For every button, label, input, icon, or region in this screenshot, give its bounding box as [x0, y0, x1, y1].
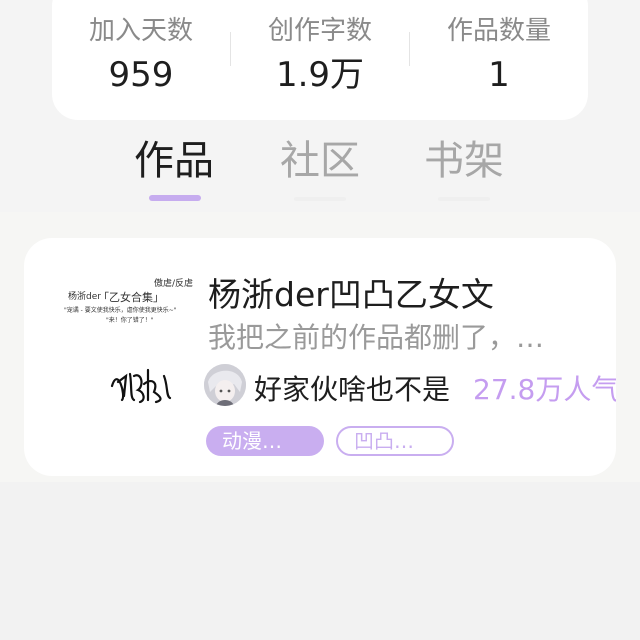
cover-blurb-text: "来！你了错了！": [106, 317, 154, 324]
stat-word-count: 创作字数 1.9万: [231, 18, 409, 92]
cover-blurb-text: "宠谲 - 要文使我快乐，虐你使我更快乐~": [64, 307, 177, 314]
work-title[interactable]: 杨浙der凹凸乙女文: [208, 268, 494, 316]
avatar[interactable]: [204, 364, 246, 406]
tab-indicator-placeholder: [294, 197, 346, 201]
stat-value: 959: [108, 55, 174, 95]
work-card[interactable]: 傲虐/反虐 「乙女合集」 杨浙der "宠谲 - 要文使我快乐，虐你使我更快乐~…: [24, 238, 616, 476]
cover-collection-text: 「乙女合集」: [98, 291, 164, 304]
stat-label: 作品数量: [446, 16, 551, 46]
tab-indicator-placeholder: [438, 197, 490, 201]
tab-community[interactable]: 社区: [260, 138, 380, 184]
work-description: 我把之前的作品都删了，…: [208, 321, 545, 354]
author-name[interactable]: 好家伙啥也不是: [254, 368, 450, 408]
author-row[interactable]: 好家伙啥也不是 27.8万人气: [204, 364, 616, 410]
stat-label: 加入天数: [88, 16, 193, 46]
stat-join-days: 加入天数 959: [52, 18, 230, 92]
stat-work-count: 作品数量 1: [410, 18, 588, 92]
active-tab-indicator: [149, 195, 201, 201]
signature-icon: [110, 368, 172, 404]
stat-value: 1.9万: [275, 55, 365, 95]
popularity-count: 27.8万人气: [473, 373, 616, 406]
stats-card: 加入天数 959 创作字数 1.9万 作品数量 1: [52, 0, 588, 120]
book-cover[interactable]: 傲虐/反虐 「乙女合集」 杨浙der "宠谲 - 要文使我快乐，虐你使我更快乐~…: [46, 260, 212, 428]
tab-works[interactable]: 作品: [114, 138, 234, 184]
stat-label: 创作字数: [267, 16, 372, 46]
tag-anime[interactable]: 动漫…: [206, 426, 324, 456]
tag-aotu[interactable]: 凹凸…: [336, 426, 454, 456]
tab-bookshelf[interactable]: 书架: [404, 138, 524, 184]
cover-genre-text: 傲虐/反虐: [154, 279, 194, 289]
cover-author-text: 杨浙der: [68, 292, 101, 302]
stat-value: 1: [488, 55, 510, 95]
